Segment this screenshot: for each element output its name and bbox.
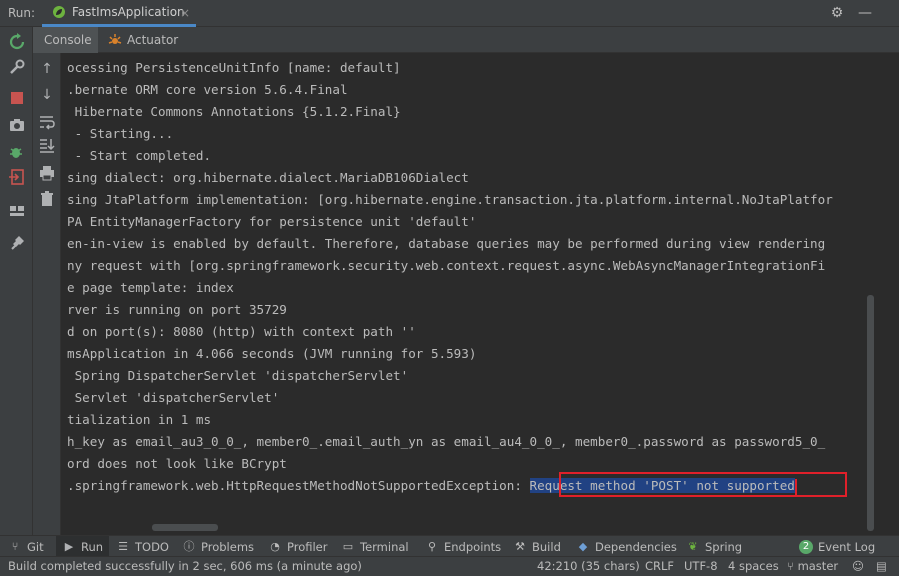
- console-line: PA EntityManagerFactory for persistence …: [67, 214, 477, 229]
- run-play-icon: ▶: [64, 539, 74, 553]
- hammer-icon: ⚒: [515, 539, 525, 553]
- console-actions-toolbar: ↑ ↓: [33, 53, 61, 535]
- tool-window-bar: ⑂ Git ▶ Run ☰ TODO ⓘ Problems ◔ Profiler ▭ Ter…: [0, 535, 899, 557]
- git-branch-icon: ⑂: [11, 539, 19, 553]
- tool-problems[interactable]: ⓘ Problems: [182, 536, 255, 557]
- minimize-icon[interactable]: —: [856, 4, 874, 22]
- stop-icon[interactable]: [8, 89, 26, 107]
- arrow-down-icon[interactable]: ↓: [38, 86, 56, 104]
- caret-position[interactable]: 42:210 (35 chars): [537, 559, 640, 573]
- console-line: Servlet 'dispatcherServlet': [67, 390, 280, 405]
- tool-git-label: Git: [27, 539, 44, 554]
- tool-dependencies-label: Dependencies: [595, 539, 677, 554]
- trash-icon[interactable]: [38, 190, 56, 208]
- highlight-box: [559, 472, 847, 497]
- console-line: - Start completed.: [67, 148, 212, 163]
- tab-console[interactable]: Console: [33, 27, 98, 53]
- wrench-icon[interactable]: [8, 58, 26, 76]
- tab-actuator[interactable]: Actuator: [108, 27, 188, 53]
- vertical-scrollbar[interactable]: [867, 295, 874, 531]
- status-bar: Build completed successfully in 2 sec, 6…: [0, 556, 899, 576]
- tab-title: FastImsApplication: [72, 5, 185, 19]
- arrow-up-icon[interactable]: ↑: [38, 60, 56, 78]
- console-line: .bernate ORM core version 5.6.4.Final: [67, 82, 348, 97]
- tool-todo-label: TODO: [135, 539, 169, 554]
- console-subtabs: Console Actuator: [33, 27, 899, 53]
- actuator-icon: [108, 34, 122, 44]
- console-line: e page template: index: [67, 280, 234, 295]
- profiler-icon: ◔: [270, 539, 280, 553]
- tool-terminal-label: Terminal: [360, 539, 409, 554]
- spring-leaf-icon: ❦: [688, 539, 698, 553]
- layout-icon[interactable]: [8, 202, 26, 220]
- line-separator[interactable]: CRLF: [645, 559, 674, 573]
- tool-problems-label: Problems: [201, 539, 255, 554]
- status-message[interactable]: Build completed successfully in 2 sec, 6…: [8, 559, 362, 573]
- console-line: sing JtaPlatform implementation: [org.hi…: [67, 192, 833, 207]
- console-line: ny request with [org.springframework.sec…: [67, 258, 826, 273]
- pin-icon[interactable]: [8, 234, 26, 252]
- scroll-end-icon[interactable]: [38, 137, 56, 155]
- console-output[interactable]: ocessing PersistenceUnitInfo [name: defa…: [61, 53, 899, 535]
- tool-spring-label: Spring: [705, 539, 743, 554]
- problems-icon: ⓘ: [183, 539, 195, 553]
- print-icon[interactable]: [38, 164, 56, 182]
- tool-run-label: Run: [81, 539, 104, 554]
- inspector-icon[interactable]: ☺: [852, 559, 864, 573]
- tool-build[interactable]: ⚒ Build: [513, 536, 561, 557]
- tool-git[interactable]: ⑂ Git: [8, 536, 44, 557]
- file-encoding[interactable]: UTF-8: [684, 559, 718, 573]
- git-branch[interactable]: ⑂ master: [787, 559, 838, 573]
- tool-run[interactable]: ▶ Run: [56, 536, 110, 557]
- run-label: Run:: [8, 6, 36, 20]
- event-log-count-badge: 2: [799, 539, 813, 554]
- console-line: sing dialect: org.hibernate.dialect.Mari…: [67, 170, 469, 185]
- console-line: ord does not look like BCrypt: [67, 456, 287, 471]
- run-tool-window-header: Run: FastImsApplication × ⚙ —: [0, 0, 899, 27]
- dependencies-icon: ◆: [578, 539, 588, 553]
- tool-terminal[interactable]: ▭ Terminal: [341, 536, 409, 557]
- console-line: d on port(s): 8080 (http) with context p…: [67, 324, 416, 339]
- tab-fastims-application[interactable]: FastImsApplication ×: [42, 0, 196, 27]
- tool-todo[interactable]: ☰ TODO: [116, 536, 169, 557]
- tool-spring[interactable]: ❦ Spring: [686, 536, 742, 557]
- exit-icon[interactable]: [8, 168, 26, 186]
- camera-icon[interactable]: [8, 116, 26, 134]
- horizontal-scrollbar[interactable]: [152, 524, 218, 531]
- soft-wrap-icon[interactable]: [38, 113, 56, 131]
- tool-endpoints[interactable]: ⚲ Endpoints: [425, 536, 501, 557]
- rerun-icon[interactable]: [8, 33, 26, 51]
- git-branch-icon: ⑂: [787, 559, 798, 573]
- tool-dependencies[interactable]: ◆ Dependencies: [576, 536, 677, 557]
- terminal-icon: ▭: [342, 539, 354, 553]
- tool-build-label: Build: [532, 539, 561, 554]
- indent-setting[interactable]: 4 spaces: [728, 559, 779, 573]
- console-line: Spring DispatcherServlet 'dispatcherServ…: [67, 368, 409, 383]
- gear-icon[interactable]: ⚙: [828, 4, 846, 22]
- tool-profiler[interactable]: ◔ Profiler: [268, 536, 328, 557]
- tool-event-log-label: Event Log: [818, 539, 876, 554]
- console-line: en-in-view is enabled by default. Theref…: [67, 236, 826, 251]
- console-line: tialization in 1 ms: [67, 412, 212, 427]
- list-icon: ☰: [118, 539, 128, 553]
- tool-profiler-label: Profiler: [287, 539, 328, 554]
- console-line: ocessing PersistenceUnitInfo [name: defa…: [67, 60, 401, 75]
- console-line: - Starting...: [67, 126, 174, 141]
- git-branch-label: master: [797, 559, 839, 573]
- console-line: h_key as email_au3_0_0_, member0_.email_…: [67, 434, 826, 449]
- run-left-toolbar: [0, 27, 33, 535]
- exception-class-text: .springframework.web.HttpRequestMethodNo…: [67, 478, 530, 493]
- tool-endpoints-label: Endpoints: [444, 539, 502, 554]
- endpoints-icon: ⚲: [427, 539, 437, 553]
- close-icon[interactable]: ×: [180, 6, 190, 20]
- tab-console-label: Console: [44, 33, 92, 47]
- memory-indicator-icon[interactable]: ▤: [876, 559, 887, 573]
- tab-actuator-label: Actuator: [127, 33, 179, 47]
- spring-leaf-icon: [53, 6, 65, 18]
- console-line: Hibernate Commons Annotations {5.1.2.Fin…: [67, 104, 401, 119]
- console-line: msApplication in 4.066 seconds (JVM runn…: [67, 346, 477, 361]
- console-line: rver is running on port 35729: [67, 302, 287, 317]
- debug-icon[interactable]: [8, 143, 26, 161]
- tool-event-log[interactable]: 2 Event Log: [799, 536, 875, 557]
